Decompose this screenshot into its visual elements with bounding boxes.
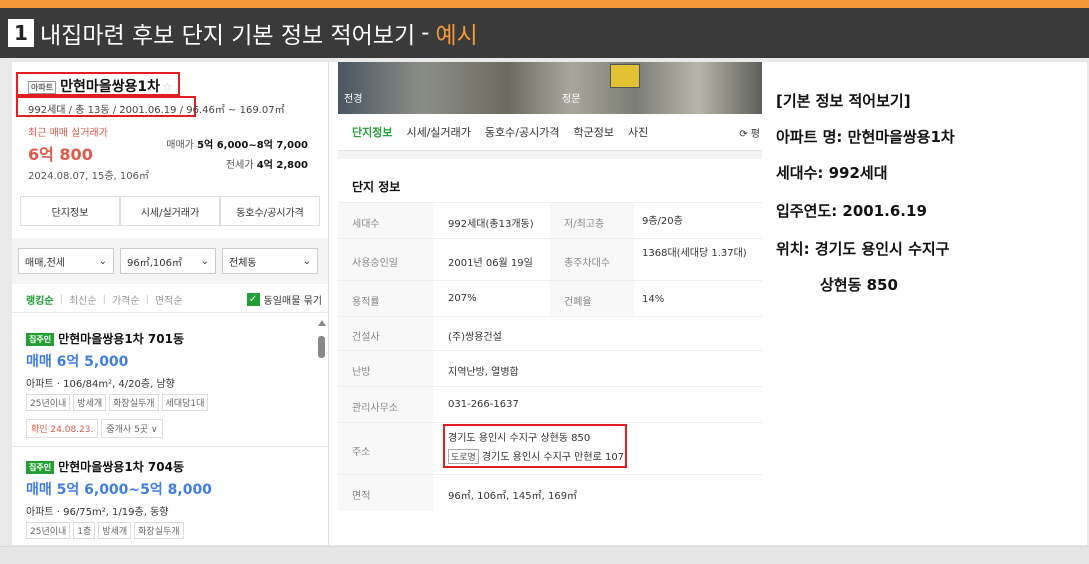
- divider: [12, 312, 328, 313]
- slide-header: 1 내집마련 후보 단지 기본 정보 적어보기 - 예시: [0, 8, 1089, 58]
- note-households: 세대수: 992세대: [776, 164, 888, 182]
- owner-badge: 집주인: [26, 333, 55, 346]
- complex-title: 아파트 만현마을쌍용1차 ☆: [28, 76, 173, 96]
- complex-info-button[interactable]: 단지정보: [20, 196, 120, 226]
- complex-photo-strip[interactable]: 전경 정문: [338, 62, 762, 114]
- star-icon[interactable]: ☆: [162, 80, 173, 94]
- listing-title: 만현마을쌍용1차 701동: [58, 332, 184, 346]
- list-item[interactable]: 집주인 만현마을쌍용1차 701동 매매 6억 5,000 아파트 · 106/8…: [26, 330, 316, 438]
- trade-type-select[interactable]: 매매,전세 ⌄: [18, 248, 114, 274]
- list-scrollbar[interactable]: [318, 320, 326, 360]
- note-apt-name: 아파트 명: 만현마을쌍용1차: [776, 128, 955, 146]
- listing-tag: 방세개: [73, 394, 107, 411]
- gate-sign-graphic: [610, 64, 640, 88]
- tab-school[interactable]: 학군정보: [573, 124, 613, 140]
- notes-panel: [기본 정보 적어보기] 아파트 명: 만현마을쌍용1차 세대수: 992세대 …: [776, 62, 1076, 545]
- highlight-box-address: [443, 424, 627, 468]
- list-item[interactable]: 집주인 만현마을쌍용1차 704동 매매 5억 6,000~5억 8,000 아파…: [26, 458, 316, 539]
- filter-row: 매매,전세 ⌄ 96㎡,106㎡ ⌄ 전체동 ⌄: [12, 238, 328, 284]
- unit-price-button[interactable]: 동호수/공시가격: [220, 196, 320, 226]
- sort-row: 랭킹순 | 최신순 | 가격순 | 면적순 ✓ 동일매물 묶기: [26, 292, 322, 307]
- tab-unit-price[interactable]: 동호수/공시가격: [485, 124, 560, 140]
- sort-latest[interactable]: 최신순: [69, 292, 97, 307]
- complex-name: 만현마을쌍용1차: [60, 79, 160, 95]
- chevron-down-icon: ⌄: [302, 255, 311, 267]
- listing-tag: 방세개: [98, 522, 132, 539]
- agent-count-dropdown[interactable]: 중개사 5곳 ∨: [101, 419, 163, 438]
- section-gap: [338, 151, 762, 159]
- photo-label: 전경: [344, 94, 363, 105]
- scroll-thumb[interactable]: [318, 336, 325, 358]
- listing-detail: 아파트 · 106/84m², 4/20층, 남향: [26, 379, 175, 390]
- slide-title: 내집마련 후보 단지 기본 정보 적어보기: [40, 23, 416, 49]
- area-select[interactable]: 96㎡,106㎡ ⌄: [120, 248, 216, 274]
- price-summary: 최근 매매 실거래가 6억 800 2024.08.07, 15층, 106㎡ …: [28, 124, 318, 182]
- note-location: 위치: 경기도 용인시 수지구: [776, 240, 950, 258]
- divider: [12, 446, 328, 447]
- check-icon: ✓: [246, 293, 260, 306]
- complex-info: 992세대 / 총 13동 / 2001.06.19 / 96.46㎡ ~ 16…: [28, 105, 285, 116]
- top-accent-bar: [0, 0, 1089, 8]
- info-row-households: 세대수 992세대(총13개동) 저/최고층 9층/20층: [338, 202, 762, 239]
- listing-tag: 25년이내: [26, 522, 71, 539]
- sort-ranking[interactable]: 랭킹순: [26, 292, 54, 307]
- info-row-builder: 건설사 (주)쌍용건설: [338, 316, 762, 351]
- section-title: 단지 정보: [352, 180, 401, 194]
- price-button[interactable]: 시세/실거래가: [120, 196, 220, 226]
- listing-tag: 화장실두개: [134, 522, 184, 539]
- info-button-row: 단지정보 시세/실거래가 동호수/공시가격: [20, 196, 320, 226]
- building-select[interactable]: 전체동 ⌄: [222, 248, 318, 274]
- info-row-area: 면적 96㎡, 106㎡, 145㎡, 169㎡: [338, 474, 762, 511]
- bottom-bar: [0, 546, 1089, 564]
- chevron-down-icon: ⌄: [98, 255, 107, 267]
- section-number: 1: [8, 19, 34, 47]
- tab-photos[interactable]: 사진: [628, 124, 648, 140]
- trade-price-line: 매매가 5억 6,000~8억 7,000: [166, 140, 308, 151]
- info-row-office: 관리사무소 031-266-1637: [338, 386, 762, 423]
- info-row-heating: 난방 지역난방, 열병합: [338, 350, 762, 387]
- tab-complex-info[interactable]: 단지정보: [352, 124, 392, 140]
- listing-detail: 아파트 · 96/75m², 1/19층, 동향: [26, 507, 169, 518]
- sort-area[interactable]: 면적순: [155, 292, 183, 307]
- title-separator: -: [421, 20, 430, 46]
- example-label: 예시: [435, 23, 478, 49]
- group-same-checkbox[interactable]: ✓ 동일매물 묶기: [246, 292, 322, 307]
- type-tag: 아파트: [28, 80, 57, 94]
- detail-tabs: 단지정보 시세/실거래가 동호수/공시가격 학군정보 사진 ⟳ 평: [338, 114, 762, 151]
- listing-panel: 아파트 만현마을쌍용1차 ☆ 992세대 / 총 13동 / 2001.06.19 …: [12, 62, 329, 545]
- listing-tag: 25년이내: [26, 394, 71, 411]
- listing-price: 매매 6억 5,000: [26, 354, 129, 370]
- tab-price[interactable]: 시세/실거래가: [406, 124, 470, 140]
- jeonse-price-line: 전세가 4억 2,800: [225, 160, 308, 171]
- listing-price: 매매 5억 6,000~5억 8,000: [26, 482, 212, 498]
- info-row-approval: 사용승인일 2001년 06월 19일 총주차대수 1368대(세대당 1.37…: [338, 238, 762, 281]
- photo-label: 정문: [562, 94, 581, 105]
- complex-detail-panel: 전경 정문 단지정보 시세/실거래가 동호수/공시가격 학군정보 사진 ⟳ 평 …: [338, 62, 762, 545]
- area-unit-toggle[interactable]: ⟳ 평: [739, 125, 760, 140]
- listing-title: 만현마을쌍용1차 704동: [58, 460, 184, 474]
- info-row-ratio: 용적률 207% 건폐율 14%: [338, 280, 762, 317]
- chevron-down-icon: ⌄: [200, 255, 209, 267]
- scroll-up-icon[interactable]: [318, 320, 326, 326]
- note-location-2: 상현동 850: [820, 276, 898, 294]
- listing-tag: 화장실두개: [109, 394, 159, 411]
- listing-tag: 세대당1대: [161, 394, 209, 411]
- confirm-date: 확인 24.08.23.: [26, 419, 99, 438]
- notes-heading: [기본 정보 적어보기]: [776, 92, 911, 110]
- note-year: 입주연도: 2001.6.19: [776, 202, 927, 220]
- sort-price[interactable]: 가격순: [112, 292, 140, 307]
- listing-tag: 1층: [73, 522, 96, 539]
- owner-badge: 집주인: [26, 461, 55, 474]
